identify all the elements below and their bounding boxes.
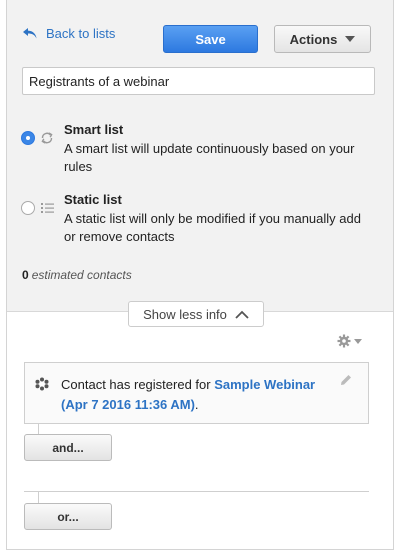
static-list-description: A static list will only be modified if y… <box>64 211 361 244</box>
actions-dropdown-button[interactable]: Actions <box>274 25 371 53</box>
static-list-title: Static list <box>64 192 122 207</box>
or-button[interactable]: or... <box>24 503 112 530</box>
back-to-lists-link[interactable]: Back to lists <box>23 26 115 41</box>
gear-icon <box>337 334 351 348</box>
list-editor-panel: Back to lists Save Actions Smart list A … <box>6 0 394 550</box>
show-less-info-button[interactable]: Show less info <box>128 301 264 327</box>
caret-down-icon <box>345 36 356 42</box>
static-list-radio[interactable] <box>21 201 35 215</box>
refresh-icon <box>41 132 53 144</box>
show-less-info-label: Show less info <box>143 306 227 322</box>
rule-description: Contact has registered for Sample Webina… <box>61 375 331 415</box>
rule-settings-button[interactable] <box>337 334 362 348</box>
back-arrow-icon <box>23 28 37 39</box>
estimated-contacts-count: 0 <box>22 268 29 282</box>
smart-list-radio[interactable] <box>21 131 35 145</box>
save-button[interactable]: Save <box>163 25 258 53</box>
back-to-lists-label: Back to lists <box>46 26 116 41</box>
or-connector-line <box>38 491 39 503</box>
rule-prefix: Contact has registered for <box>61 377 211 392</box>
rule-connector-line <box>38 424 39 434</box>
chevron-up-icon <box>235 310 249 319</box>
pencil-icon[interactable] <box>340 374 352 386</box>
rule-suffix: . <box>194 397 199 412</box>
list-name-input[interactable] <box>22 67 375 95</box>
or-divider-line <box>24 491 369 492</box>
smart-list-title: Smart list <box>64 122 124 137</box>
list-settings-panel: Back to lists Save Actions Smart list A … <box>7 0 393 312</box>
list-icon <box>41 203 54 213</box>
rule-card: Contact has registered for Sample Webina… <box>24 362 369 424</box>
caret-down-icon <box>354 338 362 344</box>
and-button[interactable]: and... <box>24 434 112 461</box>
estimated-contacts: 0 estimated contacts <box>22 268 132 282</box>
actions-label: Actions <box>289 31 338 47</box>
smart-list-description: A smart list will update continuously ba… <box>64 141 355 174</box>
estimated-contacts-label: estimated contacts <box>31 268 132 282</box>
webinar-icon <box>35 377 49 391</box>
